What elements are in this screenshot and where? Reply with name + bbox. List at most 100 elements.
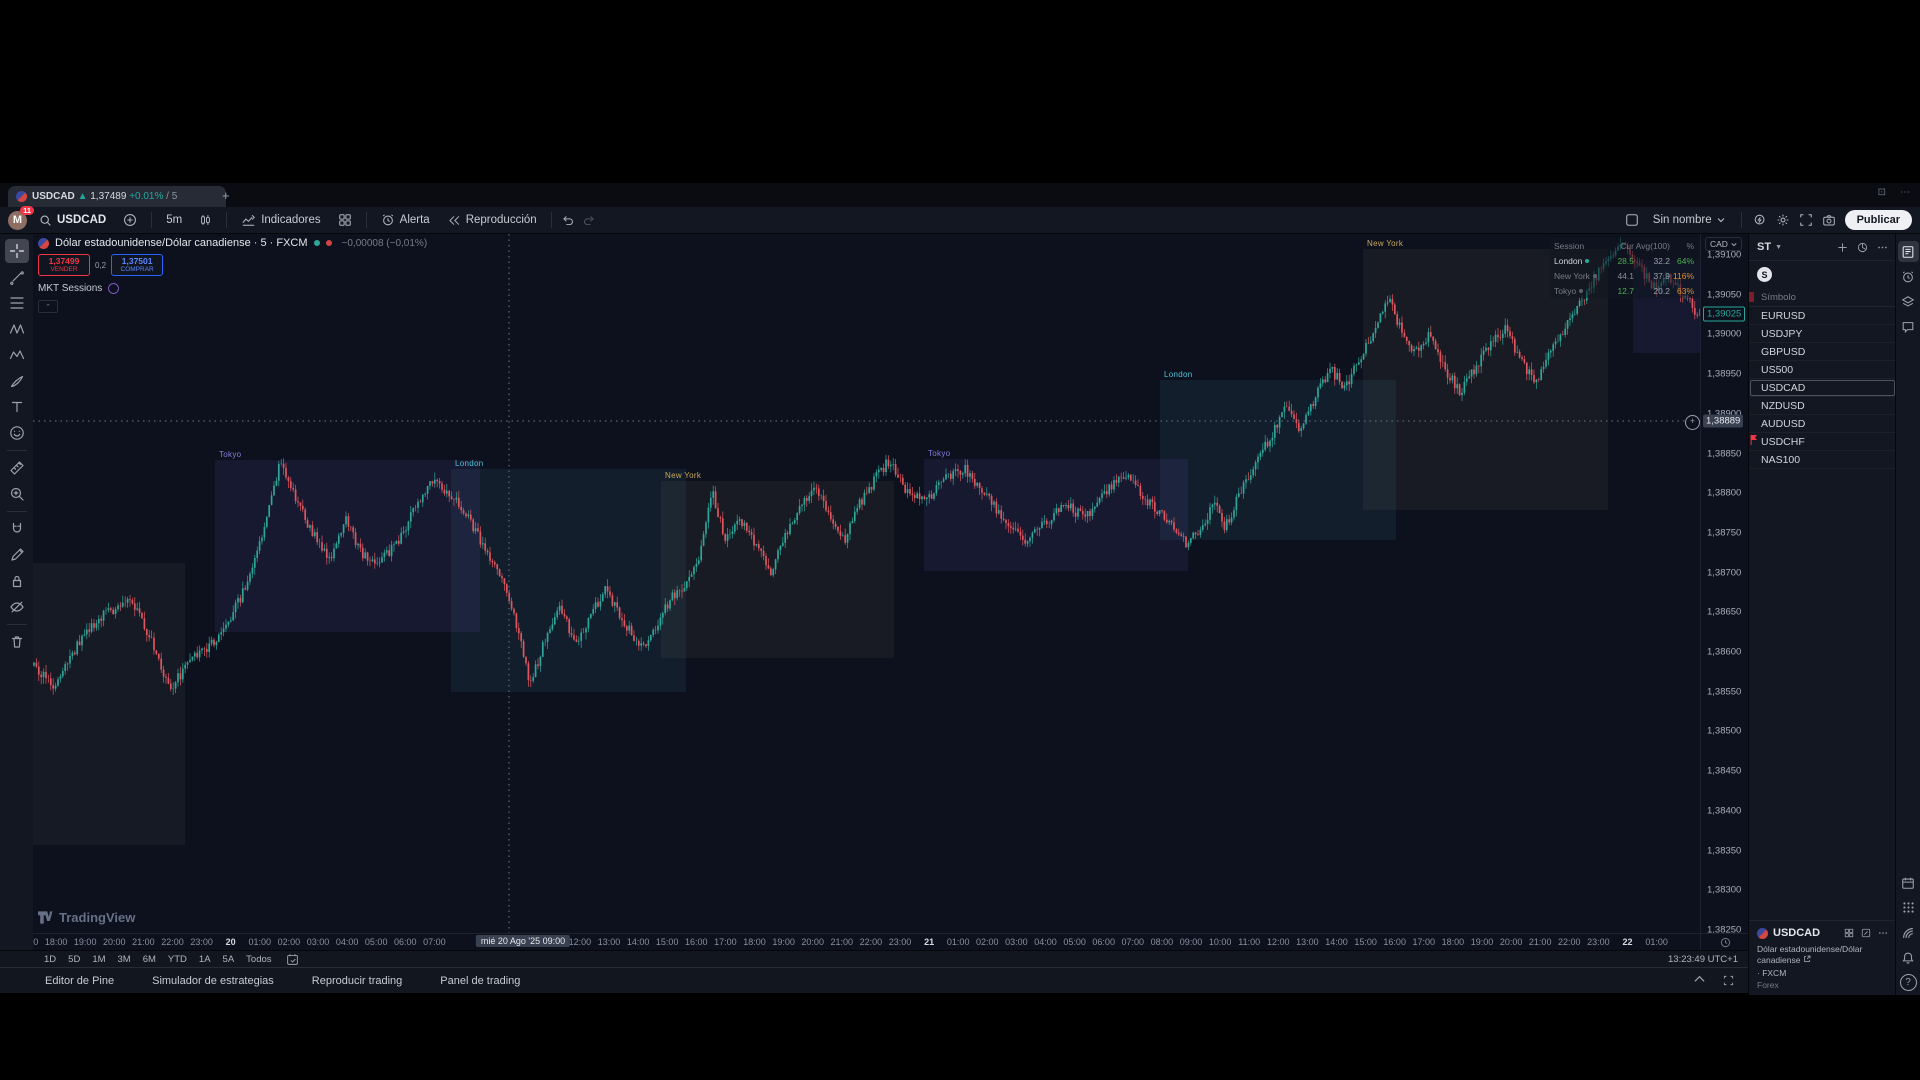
layout-name-button[interactable]: Sin nombre [1648,212,1730,228]
watchlist-title[interactable]: ST [1757,241,1771,253]
compare-add-button[interactable] [118,211,142,229]
crosshair-tool[interactable] [5,239,29,263]
alert-button[interactable]: Alerta [376,211,435,229]
window-more-icon[interactable]: ⋯ [1900,187,1910,198]
remove-all-tool[interactable] [5,630,29,654]
crosshair-add-alert-button[interactable]: + [1685,415,1700,430]
replay-button[interactable]: Reproducción [442,212,542,229]
prediction-pattern-tool[interactable] [5,343,29,367]
symbol-column-header[interactable]: Símbolo [1761,292,1796,303]
watchlist-item-usdjpy[interactable]: USDJPY [1749,325,1896,343]
time-tick: 14:00 [627,937,650,947]
ruler-tool[interactable] [5,456,29,480]
time-axis-settings[interactable] [1700,933,1749,951]
trendline-tool[interactable] [5,265,29,289]
indicator-label[interactable]: MKT Sessions [38,283,102,294]
chart-style-button[interactable] [194,211,217,229]
range-1a[interactable]: 1A [193,953,217,966]
add-symbol-icon[interactable] [1837,242,1848,253]
alerts-panel-button[interactable] [1898,266,1919,287]
notifications-bell-icon[interactable] [1898,947,1919,968]
magnet-tool[interactable] [5,517,29,541]
panel-maximize-icon[interactable] [1723,975,1734,986]
sell-button[interactable]: 1,37499 VENDER [38,254,90,276]
redo-icon[interactable] [582,214,596,227]
xabcd-pattern-tool[interactable] [5,317,29,341]
watchlist-section-badge[interactable]: S [1757,267,1772,282]
range-1m[interactable]: 1M [86,953,111,966]
clock-timezone[interactable]: 13:23:49 UTC+1 [1668,954,1738,965]
symbol-name[interactable]: USDCAD [1773,927,1820,939]
sector-icon[interactable] [1857,242,1868,253]
time-tick: 22:00 [1558,937,1581,947]
help-icon[interactable]: ? [1898,972,1919,993]
fullscreen-icon[interactable] [1799,213,1813,227]
range-6m[interactable]: 6M [137,953,162,966]
tab-simulador-de-estrategias[interactable]: Simulador de estrategias [152,975,274,987]
browser-tab[interactable]: USDCAD ▲ 1,37489 +0.01% / 5 [8,186,226,207]
range-ytd[interactable]: YTD [162,953,193,966]
watchlist-item-gbpusd[interactable]: GBPUSD [1749,343,1896,361]
hide-all-tool[interactable] [5,595,29,619]
legend-title[interactable]: Dólar estadounidense/Dólar canadiense · … [55,237,308,249]
price-axis[interactable]: CAD 1,391001,390501,390001,389501,389001… [1700,234,1749,933]
more-options-icon[interactable] [1877,242,1888,253]
connection-signal-icon[interactable] [1898,922,1919,943]
range-3m[interactable]: 3M [112,953,137,966]
settings-gear-icon[interactable] [1776,213,1790,227]
watchlist-item-nas100[interactable]: NAS100 [1749,451,1896,469]
chat-panel-button[interactable] [1898,316,1919,337]
tradingview-logo[interactable]: TradingView [38,910,135,925]
new-tab-button[interactable]: + [222,188,230,204]
calendar-panel-button[interactable] [1898,872,1919,893]
layout-icon[interactable] [1625,213,1639,227]
browser-tab-bar: USDCAD ▲ 1,37489 +0.01% / 5 + ⊡ ⋯ [0,183,1920,207]
watchlist-item-audusd[interactable]: AUDUSD [1749,415,1896,433]
time-axis[interactable]: 17:0018:0019:0020:0021:0022:0023:002001:… [33,933,1700,951]
emoji-tool[interactable] [5,421,29,445]
interval-button[interactable]: 5m [161,212,187,228]
range-1d[interactable]: 1D [38,953,62,966]
apps-grid-icon[interactable] [1898,897,1919,918]
panel-expand-icon[interactable] [1694,975,1705,983]
snapshot-camera-icon[interactable] [1822,214,1836,227]
time-tick: 20:00 [801,937,824,947]
watchlist-item-us500[interactable]: US500 [1749,361,1896,379]
indicator-templates-button[interactable] [333,211,357,229]
more-options-icon[interactable] [1878,928,1888,938]
indicators-button[interactable]: Indicadores [236,211,325,229]
user-avatar[interactable]: M 11 [8,211,27,230]
range-5a[interactable]: 5A [217,953,241,966]
tab-panel-de-trading[interactable]: Panel de trading [440,975,520,987]
watchlist-item-nzdusd[interactable]: NZDUSD [1749,397,1896,415]
brush-tool[interactable] [5,369,29,393]
undo-icon[interactable] [561,214,575,227]
fib-retracement-tool[interactable] [5,291,29,315]
edit-icon[interactable] [1861,928,1871,938]
watchlist-panel-button[interactable] [1898,241,1919,262]
buy-button[interactable]: 1,37501 COMPRAR [111,254,163,276]
external-link-icon[interactable] [1803,955,1811,963]
publish-button[interactable]: Publicar [1845,210,1912,230]
symbol-search-button[interactable]: USDCAD [34,212,111,229]
tab-editor-de-pine[interactable]: Editor de Pine [45,975,114,987]
go-to-date-icon[interactable] [286,953,299,966]
watchlist-item-usdchf[interactable]: USDCHF [1749,433,1896,451]
tab-reproducir-trading[interactable]: Reproducir trading [312,975,403,987]
drawing-edit-tool[interactable] [5,543,29,567]
text-tool[interactable] [5,395,29,419]
indicator-settings-icon[interactable] [108,283,119,294]
watchlist-item-eurusd[interactable]: EURUSD [1749,307,1896,325]
object-tree-button[interactable] [1898,291,1919,312]
chart-area[interactable]: Dólar estadounidense/Dólar canadiense · … [33,234,1700,933]
range-todos[interactable]: Todos [240,953,277,966]
zoom-in-tool[interactable] [5,482,29,506]
quick-search-icon[interactable] [1753,213,1767,227]
watchlist-item-usdcad[interactable]: USDCAD [1749,379,1896,397]
lock-all-tool[interactable] [5,569,29,593]
range-5d[interactable]: 5D [62,953,86,966]
window-restore-icon[interactable]: ⊡ [1878,187,1886,198]
grid-view-icon[interactable] [1844,928,1854,938]
legend-collapse-button[interactable]: ⌃ [38,300,58,313]
templates-grid-icon [338,213,352,227]
